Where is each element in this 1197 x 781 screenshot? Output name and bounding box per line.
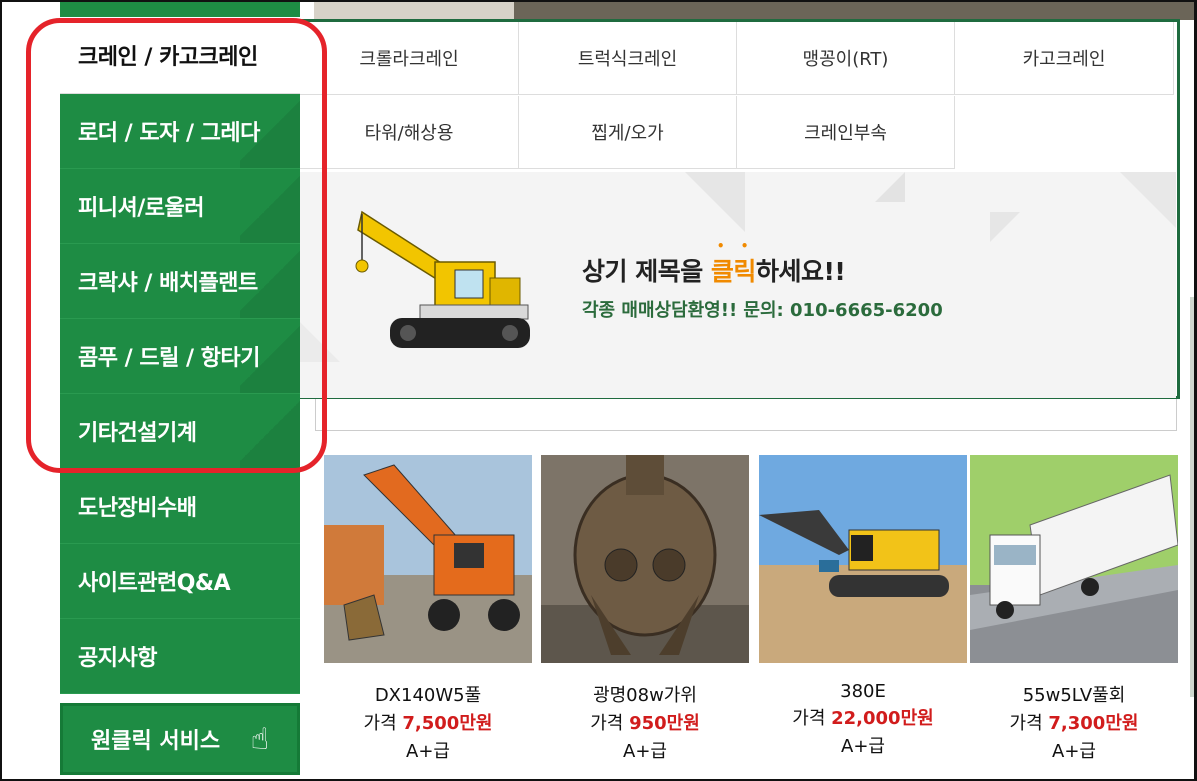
product-image-truck[interactable] (970, 455, 1178, 663)
sidebar-item-site-qna[interactable]: 사이트관련Q&A (60, 544, 300, 619)
screenshot-frame: { "sidebar": { "items": [ {"label": "크레인… (0, 0, 1197, 781)
sidebar-item-crusher[interactable]: 크락샤 / 배치플랜트 (60, 244, 300, 319)
product-image-volvo-excavator[interactable] (759, 455, 967, 663)
product-name[interactable]: DX140W5풀 (324, 681, 532, 707)
promo-title-highlight: 클릭 (711, 257, 757, 286)
sidebar-item-label: 기타건설기계 (78, 421, 197, 446)
pointing-hand-icon: ☝ (250, 722, 269, 757)
submenu-cargo-crane[interactable]: 카고크레인 (955, 22, 1174, 95)
submenu-crawler-crane[interactable]: 크롤라크레인 (300, 22, 519, 95)
sidebar-item-compressor[interactable]: 콤푸 / 드릴 / 항타기 (60, 319, 300, 394)
submenu-label: 크레인부속 (804, 123, 887, 144)
sidebar-item-finisher[interactable]: 피니셔/로울러 (60, 169, 300, 244)
submenu-label: 타워/해상용 (364, 123, 454, 144)
product-name[interactable]: 380E (759, 681, 967, 702)
product-grade: A+급 (623, 741, 667, 762)
sidebar-item-loader[interactable]: 로더 / 도자 / 그레다 (60, 94, 300, 169)
submenu-truck-crane[interactable]: 트럭식크레인 (519, 22, 737, 95)
product-price: 가격 7,500만원 (363, 713, 493, 734)
crane-submenu-panel: 크롤라크레인 트럭식크레인 맹꽁이(RT) 카고크레인 타워/해상용 찝게/오가… (300, 19, 1180, 399)
product-name[interactable]: 광명08w가위 (541, 681, 749, 707)
submenu-grab-auger[interactable]: 찝게/오가 (519, 96, 737, 169)
submenu-crane-parts[interactable]: 크레인부속 (737, 96, 955, 169)
product-image-shear[interactable] (541, 455, 749, 663)
product-name[interactable]: 55w5LV풀회 (970, 681, 1178, 707)
sidebar-item-label: 콤푸 / 드릴 / 항타기 (78, 346, 260, 371)
promo-title-text-end: 하세요!! (755, 257, 846, 286)
sidebar-item-label: 피니셔/로울러 (78, 196, 204, 221)
price-value: 22,000만원 (831, 708, 934, 729)
submenu-label: 찝게/오가 (591, 123, 664, 144)
submenu-label: 크롤라크레인 (359, 49, 459, 70)
promo-title-text: 상기 제목을 (582, 257, 711, 286)
submenu-tower-marine[interactable]: 타워/해상용 (300, 96, 519, 169)
sidebar-item-notice[interactable]: 공지사항 (60, 619, 300, 694)
product-grade: A+급 (841, 736, 885, 757)
submenu-label: 맹꽁이(RT) (802, 49, 889, 70)
price-value: 7,500만원 (402, 713, 493, 734)
sidebar-item-label: 사이트관련Q&A (78, 571, 231, 596)
mobile-crane-illustration (355, 210, 530, 348)
panel-underlay (315, 399, 1177, 431)
category-sidebar: 크레인 / 카고크레인 로더 / 도자 / 그레다 피니셔/로울러 크락샤 / … (60, 2, 300, 694)
submenu-label: 카고크레인 (1022, 49, 1106, 70)
sidebar-item-label: 크락샤 / 배치플랜트 (78, 271, 258, 296)
product-price: 가격 22,000만원 (792, 708, 934, 729)
sidebar-item-label: 로더 / 도자 / 그레다 (78, 121, 260, 146)
product-grade: A+급 (406, 741, 450, 762)
sidebar-item-crane[interactable]: 크레인 / 카고크레인 (60, 17, 300, 94)
sidebar-item-label: 크레인 / 카고크레인 (78, 45, 258, 70)
product-card[interactable]: 55w5LV풀회 가격 7,300만원 A+급 (970, 455, 1178, 763)
product-price: 가격 7,300만원 (1009, 713, 1139, 734)
oneclick-label: 원클릭 서비스 (91, 729, 221, 754)
product-card[interactable]: DX140W5풀 가격 7,500만원 A+급 (324, 455, 532, 763)
submenu-label: 트럭식크레인 (577, 49, 678, 70)
sidebar-item-stolen-equipment[interactable]: 도난장비수배 (60, 469, 300, 544)
product-grade: A+급 (1052, 741, 1096, 762)
promo-subtitle: 각종 매매상담환영!! 문의: 010-6665-6200 (582, 300, 943, 321)
promo-banner: 상기 제목을 클릭하세요!! 각종 매매상담환영!! 문의: 010-6665-… (300, 172, 1176, 398)
product-card[interactable]: 광명08w가위 가격 950만원 A+급 (541, 455, 749, 763)
sidebar-item-label: 도난장비수배 (78, 496, 197, 521)
product-card[interactable]: 380E 가격 22,000만원 A+급 (759, 455, 967, 758)
price-value: 7,300만원 (1048, 713, 1139, 734)
sidebar-item-other-machinery[interactable]: 기타건설기계 (60, 394, 300, 469)
oneclick-service-button[interactable]: 원클릭 서비스 ☝ (60, 703, 300, 775)
top-banner (314, 2, 1194, 20)
product-image-excavator[interactable] (324, 455, 532, 663)
price-value: 950만원 (629, 713, 700, 734)
product-price: 가격 950만원 (590, 713, 700, 734)
right-edge-strip (1190, 297, 1194, 697)
promo-title: 상기 제목을 클릭하세요!! (582, 252, 846, 288)
submenu-rt-crane[interactable]: 맹꽁이(RT) (737, 22, 955, 95)
sidebar-item-label: 공지사항 (78, 646, 157, 671)
